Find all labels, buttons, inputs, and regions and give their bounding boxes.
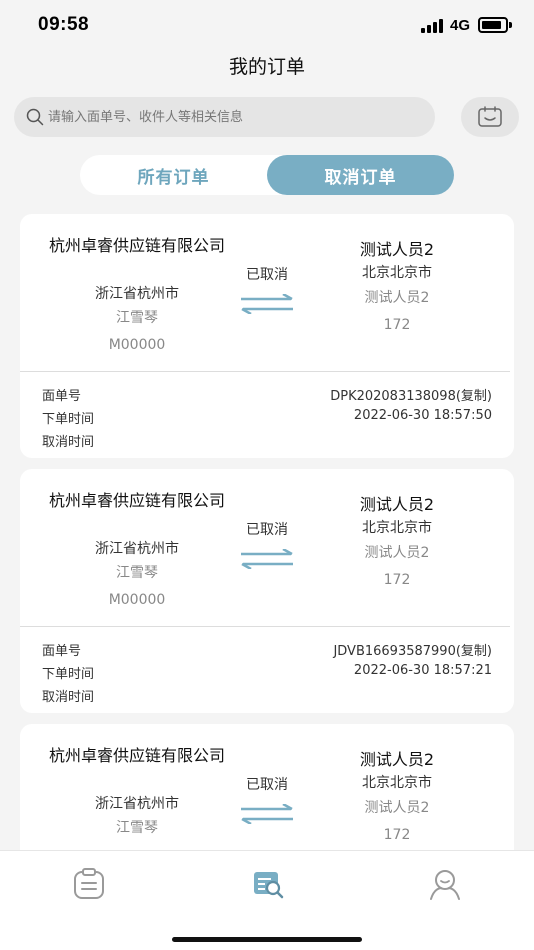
status-badge: 已取消: [246, 267, 288, 283]
order-time-value: 2022-06-30 18:57:21: [353, 663, 492, 678]
swap-arrows-icon: [241, 804, 293, 824]
receiver-name: 测试人员2: [359, 240, 435, 259]
waybill-number[interactable]: JDVB16693587990(复制): [333, 640, 492, 659]
status-badge: 已取消: [246, 522, 288, 538]
battery-icon: [478, 17, 512, 33]
search-input[interactable]: [48, 97, 428, 137]
waybill-label: 面单号: [42, 389, 82, 404]
nav-orders[interactable]: [72, 867, 106, 901]
waybill-label: 面单号: [42, 644, 82, 659]
cancel-time-label: 取消时间: [42, 690, 95, 705]
sender-area: 浙江省杭州市: [95, 796, 179, 812]
search-bar[interactable]: [14, 97, 435, 137]
search-icon: [26, 108, 44, 126]
user-icon: [430, 870, 460, 900]
receiver-area: 北京北京市: [362, 775, 432, 791]
sender-person: 江雪琴: [116, 565, 158, 581]
sender-person: 江雪琴: [116, 820, 158, 836]
receiver-code: 172: [383, 317, 411, 333]
calendar-button[interactable]: [461, 97, 519, 137]
status-time: 09:58: [38, 14, 90, 35]
sender-area: 浙江省杭州市: [95, 541, 179, 557]
receiver-code: 172: [383, 572, 411, 588]
order-time-label: 下单时间: [42, 667, 95, 682]
nav-profile[interactable]: [428, 867, 462, 901]
sender-person: 江雪琴: [116, 310, 158, 326]
order-card[interactable]: 杭州卓睿供应链有限公司 浙江省杭州市 江雪琴 M00000 已取消 测试人员2 …: [20, 469, 514, 713]
sender-name: 杭州卓睿供应链有限公司: [48, 746, 225, 765]
order-tabs: 所有订单 取消订单: [80, 155, 454, 195]
receiver-person: 测试人员2: [364, 290, 430, 306]
order-card[interactable]: 杭州卓睿供应链有限公司 浙江省杭州市 江雪琴 M00000 已取消 测试人员2 …: [20, 214, 514, 458]
nav-order-search[interactable]: [251, 867, 285, 901]
sender-code: M00000: [108, 592, 166, 608]
swap-arrows-icon: [241, 294, 293, 314]
sender-name: 杭州卓睿供应链有限公司: [48, 491, 225, 510]
order-time-value: 2022-06-30 18:57:50: [353, 408, 492, 423]
signal-icon: [421, 19, 445, 33]
swap-arrows-icon: [241, 549, 293, 569]
divider: [20, 626, 510, 627]
sender-name: 杭州卓睿供应链有限公司: [48, 236, 225, 255]
waybill-number[interactable]: DPK202083138098(复制): [330, 385, 492, 404]
receiver-person: 测试人员2: [364, 800, 430, 816]
sender-area: 浙江省杭州市: [95, 286, 179, 302]
sender-code: M00000: [108, 337, 166, 353]
clipboard-icon: [74, 868, 104, 899]
cancel-time-label: 取消时间: [42, 435, 95, 450]
status-badge: 已取消: [246, 777, 288, 793]
divider: [20, 371, 510, 372]
status-bar: 09:58 4G: [0, 0, 534, 50]
calendar-icon: [478, 106, 502, 127]
tab-cancelled-orders[interactable]: 取消订单: [267, 155, 454, 195]
receiver-area: 北京北京市: [362, 265, 432, 281]
receiver-person: 测试人员2: [364, 545, 430, 561]
tab-all-orders[interactable]: 所有订单: [80, 155, 267, 195]
receiver-code: 172: [383, 827, 411, 843]
order-time-label: 下单时间: [42, 412, 95, 427]
bottom-nav: [0, 850, 534, 950]
receiver-name: 测试人员2: [359, 495, 435, 514]
page-title: 我的订单: [228, 56, 305, 78]
home-indicator: [172, 937, 362, 942]
network-label: 4G: [450, 17, 471, 34]
receiver-area: 北京北京市: [362, 520, 432, 536]
receiver-name: 测试人员2: [359, 750, 435, 769]
search-list-icon: [254, 872, 284, 899]
